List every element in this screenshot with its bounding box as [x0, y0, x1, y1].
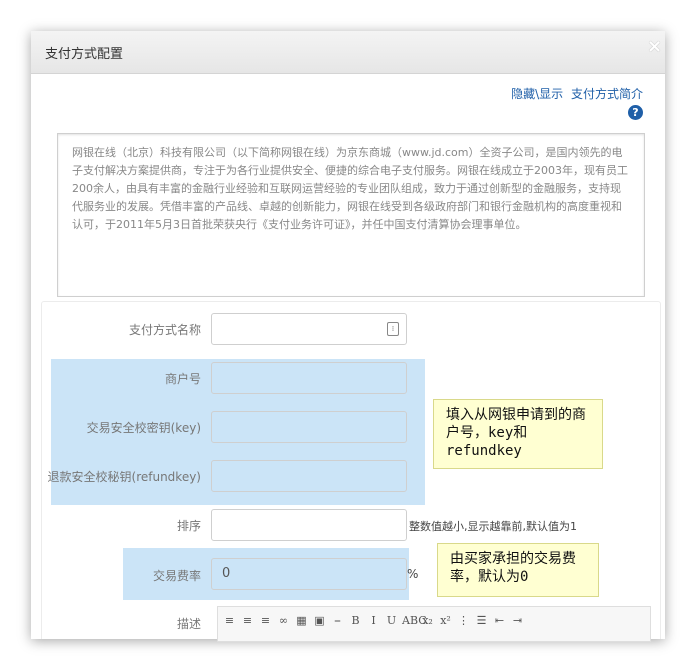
- toolbar-button[interactable]: ⇤: [492, 613, 507, 628]
- toolbar-button[interactable]: ≡: [258, 613, 273, 628]
- fee-input[interactable]: 0: [211, 558, 407, 590]
- toolbar-button[interactable]: ▣: [312, 613, 327, 628]
- toolbar-button[interactable]: ≡: [240, 613, 255, 628]
- merchant-id-input[interactable]: [211, 362, 407, 394]
- intro-text: 网银在线（北京）科技有限公司（以下简称网银在线）为京东商城（www.jd.com…: [72, 146, 628, 231]
- toolbar-button[interactable]: U: [384, 613, 399, 628]
- payment-config-dialog: 支付方式配置 × 隐藏\显示 支付方式简介 ? 网银在线（北京）科技有限公司（以…: [31, 31, 665, 639]
- refundkey-label: 退款安全校秘钥(refundkey): [47, 470, 201, 484]
- toggle-intro-link[interactable]: 隐藏\显示: [511, 87, 563, 101]
- toolbar-button[interactable]: ☰: [474, 613, 489, 628]
- description-label: 描述: [176, 617, 201, 631]
- key-input[interactable]: [211, 411, 407, 443]
- sort-input[interactable]: [211, 509, 407, 541]
- payment-name-input[interactable]: ⁞: [211, 313, 407, 345]
- key-label: 交易安全校密钥(key): [86, 421, 201, 435]
- toolbar-button[interactable]: B: [348, 613, 363, 628]
- field-lock-icon: ⁞: [387, 322, 399, 336]
- payment-name-label: 支付方式名称: [128, 323, 201, 337]
- intro-textarea[interactable]: 网银在线（北京）科技有限公司（以下简称网银在线）为京东商城（www.jd.com…: [57, 133, 645, 297]
- dialog-title-bar: 支付方式配置 ×: [31, 31, 665, 74]
- toolbar-button[interactable]: ≡: [222, 613, 237, 628]
- sort-hint: 整数值越小,显示越靠前,默认值为1: [409, 520, 577, 533]
- toolbar-button[interactable]: ⎯: [330, 613, 345, 628]
- toolbar-button[interactable]: ▦: [294, 613, 309, 628]
- payment-intro-link[interactable]: 支付方式简介: [571, 87, 643, 101]
- merchant-note: 填入从网银申请到的商户号，key和refundkey: [433, 399, 603, 469]
- rich-text-toolbar: ≡ ≡ ≡ ∞ ▦ ▣ ⎯ B I U ABC x₂ x² ⋮ ☰ ⇤ ⇥: [217, 606, 651, 642]
- close-icon[interactable]: ×: [647, 38, 663, 56]
- fee-note: 由买家承担的交易费率，默认为0: [437, 543, 599, 597]
- intro-links: 隐藏\显示 支付方式简介: [511, 85, 643, 102]
- toolbar-button[interactable]: ⋮: [456, 613, 471, 628]
- help-icon[interactable]: ?: [628, 105, 643, 120]
- toolbar-button[interactable]: ⇥: [510, 613, 525, 628]
- toolbar-button[interactable]: I: [366, 613, 381, 628]
- dialog-title: 支付方式配置: [45, 47, 124, 62]
- sort-label: 排序: [176, 519, 201, 533]
- refundkey-input[interactable]: [211, 460, 407, 492]
- toolbar-button[interactable]: x²: [438, 613, 453, 628]
- fee-label: 交易费率: [152, 569, 201, 583]
- fee-unit: %: [407, 567, 419, 581]
- toolbar-buttons: ≡ ≡ ≡ ∞ ▦ ▣ ⎯ B I U ABC x₂ x² ⋮ ☰ ⇤ ⇥: [222, 613, 525, 628]
- toolbar-button[interactable]: x₂: [420, 613, 435, 628]
- merchant-id-label: 商户号: [164, 372, 201, 386]
- toolbar-button[interactable]: ABC: [402, 613, 427, 628]
- toolbar-button[interactable]: ∞: [276, 613, 291, 628]
